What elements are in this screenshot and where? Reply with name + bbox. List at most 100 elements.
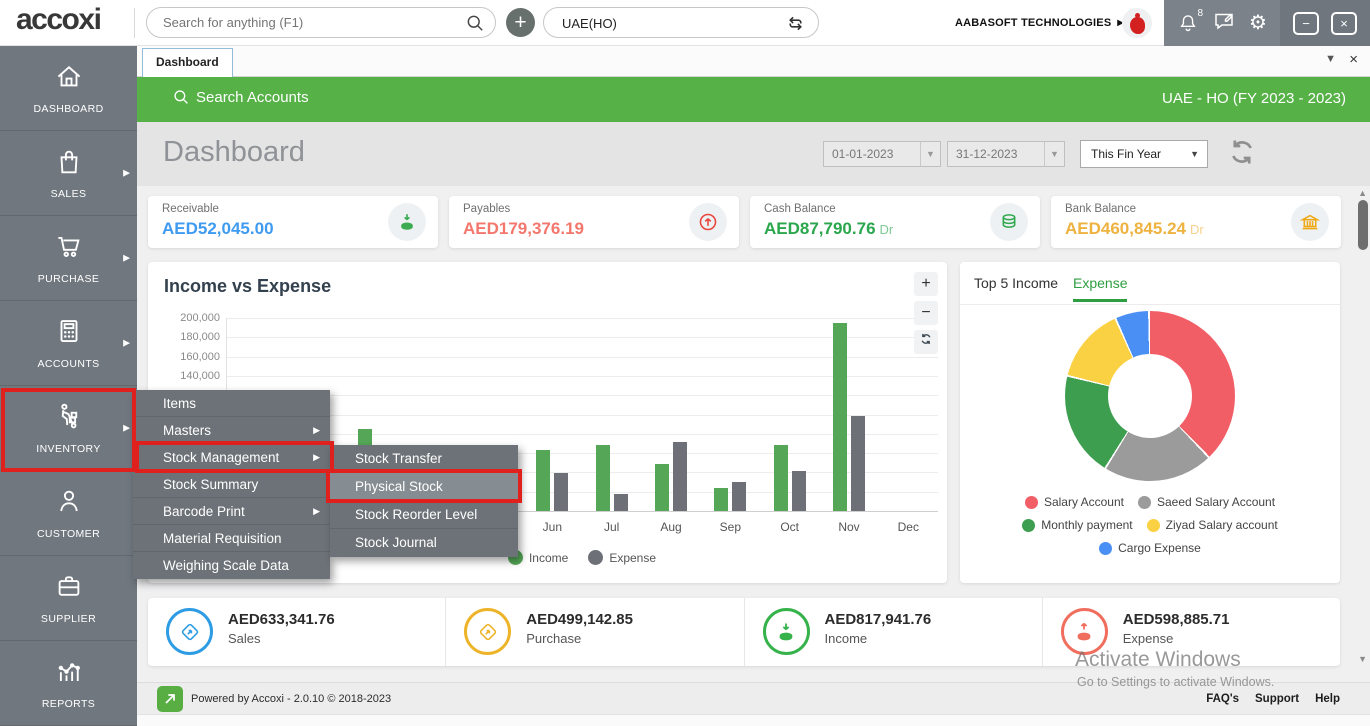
chevron-right-icon: ▶ <box>123 167 130 178</box>
chevron-down-icon: ▼ <box>1190 149 1199 159</box>
quick-add-button[interactable]: + <box>506 8 535 37</box>
scroll-down-icon[interactable]: ▼ <box>1358 654 1367 664</box>
legend-dot <box>1099 541 1113 555</box>
chevron-down-icon[interactable]: ▼ <box>1044 142 1064 166</box>
bottom-strip <box>137 714 1370 726</box>
search-accounts-button[interactable]: Search Accounts <box>173 89 309 106</box>
sidebar-item-accounts[interactable]: ACCOUNTS ▶ <box>0 301 137 386</box>
diamond-send-icon <box>166 608 213 655</box>
legend-dot <box>1024 495 1038 509</box>
search-icon[interactable] <box>466 14 484 37</box>
y-axis-tick-label: 160,000 <box>180 350 220 363</box>
reset-zoom-button[interactable] <box>914 330 938 354</box>
chart-icon <box>54 656 84 691</box>
sidebar-item-label: INVENTORY <box>36 443 101 455</box>
summary-card-bank-balance[interactable]: Bank Balance AED460,845.24 Dr <box>1051 196 1341 248</box>
avatar-mark <box>1130 17 1145 34</box>
sidebar-item-customer[interactable]: CUSTOMER <box>0 471 137 556</box>
tab-top5-income[interactable]: Top 5 Income <box>974 275 1058 291</box>
zoom-out-button[interactable]: − <box>914 301 938 325</box>
sidebar-item-purchase[interactable]: PURCHASE ▶ <box>0 216 137 301</box>
date-to-input[interactable] <box>956 143 1036 165</box>
bank-icon <box>1291 203 1329 241</box>
minimize-button[interactable]: − <box>1293 11 1319 35</box>
global-search-input[interactable] <box>163 9 453 36</box>
legend-dot <box>1137 495 1151 509</box>
x-axis-tick-label: Aug <box>660 520 682 534</box>
gridline <box>226 433 938 435</box>
branch-value: UAE(HO) <box>562 16 617 31</box>
menu-item-weighing-scale-data[interactable]: Weighing Scale Data <box>133 552 330 579</box>
legend-dot <box>1146 518 1160 532</box>
submenu-item-stock-reorder-level[interactable]: Stock Reorder Level <box>330 501 518 529</box>
branch-selector[interactable]: UAE(HO) <box>543 7 819 38</box>
company-name[interactable]: AABASOFT TECHNOLOGIES ▶ <box>955 17 1124 29</box>
notifications-button[interactable]: 8 <box>1177 8 1203 35</box>
chevron-right-icon: ▶ <box>123 422 130 433</box>
home-icon <box>54 61 84 96</box>
refresh-dashboard-button[interactable] <box>1225 136 1259 170</box>
date-to-field[interactable]: ▼ <box>947 141 1065 167</box>
total-value: AED499,142.85 <box>526 611 633 628</box>
settings-button[interactable]: ⚙ <box>1249 12 1267 34</box>
menu-item-items[interactable]: Items <box>133 390 330 417</box>
sidebar-item-dashboard[interactable]: DASHBOARD <box>0 46 137 131</box>
footer-link-faq-s[interactable]: FAQ's <box>1206 693 1239 705</box>
submenu-item-stock-journal[interactable]: Stock Journal <box>330 529 518 557</box>
chevron-right-icon: ▶ <box>123 252 130 263</box>
close-button[interactable]: × <box>1331 11 1357 35</box>
legend-item-salary-account: Salary Account <box>1024 495 1124 509</box>
gear-icon: ⚙ <box>1249 12 1267 34</box>
total-value: AED633,341.76 <box>228 611 335 628</box>
tab-list-dropdown-icon[interactable]: ▼ <box>1325 53 1336 65</box>
minimize-icon: − <box>1302 15 1310 31</box>
sidebar-item-reports[interactable]: REPORTS <box>0 641 137 726</box>
menu-item-material-requisition[interactable]: Material Requisition <box>133 525 330 552</box>
legend-dot <box>1022 518 1036 532</box>
summary-card-cash-balance[interactable]: Cash Balance AED87,790.76 Dr <box>750 196 1040 248</box>
global-search[interactable] <box>146 7 496 38</box>
gridline <box>226 414 938 416</box>
accoxi-app: accoxi + UAE(HO) AABASOFT TECHNOLOGIES▶ … <box>0 0 1370 726</box>
search-icon <box>174 90 188 104</box>
submenu-item-stock-transfer[interactable]: Stock Transfer <box>330 445 518 473</box>
message-icon <box>1215 13 1233 29</box>
totals-card: AED633,341.76 Sales AED499,142.85 Purchase A… <box>148 598 1340 666</box>
scroll-up-icon[interactable]: ▲ <box>1358 188 1367 198</box>
sidebar: DASHBOARD SALES ▶ PURCHASE ▶ ACCOUNTS ▶ INVENTO… <box>0 46 137 726</box>
date-from-input[interactable] <box>832 143 912 165</box>
tab-top5-expense[interactable]: Expense <box>1073 275 1128 302</box>
window-controls: − × <box>1280 0 1370 46</box>
page-title: Dashboard <box>163 136 305 168</box>
coin-in-icon <box>762 608 810 655</box>
date-from-field[interactable]: ▼ <box>823 141 941 167</box>
sidebar-item-sales[interactable]: SALES ▶ <box>0 131 137 216</box>
period-select[interactable]: This Fin Year ▼ <box>1080 140 1208 168</box>
sidebar-item-inventory[interactable]: INVENTORY ▶ <box>0 386 137 471</box>
tab-close-icon[interactable]: × <box>1349 51 1358 68</box>
menu-item-stock-summary[interactable]: Stock Summary <box>133 471 330 498</box>
summary-card-receivable[interactable]: Receivable AED52,045.00 <box>148 196 438 248</box>
sidebar-item-label: REPORTS <box>41 698 96 710</box>
messages-button[interactable] <box>1212 9 1236 38</box>
legend-item-ziyad-salary-account: Ziyad Salary account <box>1146 518 1278 532</box>
sidebar-item-supplier[interactable]: SUPPLIER <box>0 556 137 641</box>
tab-dashboard[interactable]: Dashboard <box>142 48 233 77</box>
chevron-down-icon[interactable]: ▼ <box>920 142 940 166</box>
bar-income <box>595 445 610 511</box>
switch-branch-icon[interactable] <box>785 13 806 39</box>
zoom-in-button[interactable]: + <box>914 272 938 296</box>
inventory-context-menu: Items Masters ▶ Stock Management ▶ Stock Summ… <box>133 390 330 579</box>
scrollbar-thumb[interactable] <box>1358 200 1368 250</box>
footer-link-support[interactable]: Support <box>1255 693 1299 705</box>
footer-link-help[interactable]: Help <box>1315 693 1340 705</box>
summary-card-payables[interactable]: Payables AED179,376.19 <box>449 196 739 248</box>
user-avatar[interactable] <box>1122 8 1152 38</box>
coin-stack-icon <box>990 203 1028 241</box>
chevron-right-icon: ▶ <box>123 337 130 348</box>
menu-item-masters[interactable]: Masters ▶ <box>133 417 330 444</box>
menu-item-stock-management[interactable]: Stock Management ▶ <box>133 444 330 471</box>
menu-item-barcode-print[interactable]: Barcode Print ▶ <box>133 498 330 525</box>
stock-management-submenu: Stock Transfer Physical Stock Stock Reorde… <box>330 445 518 557</box>
submenu-item-physical-stock[interactable]: Physical Stock <box>330 473 518 501</box>
